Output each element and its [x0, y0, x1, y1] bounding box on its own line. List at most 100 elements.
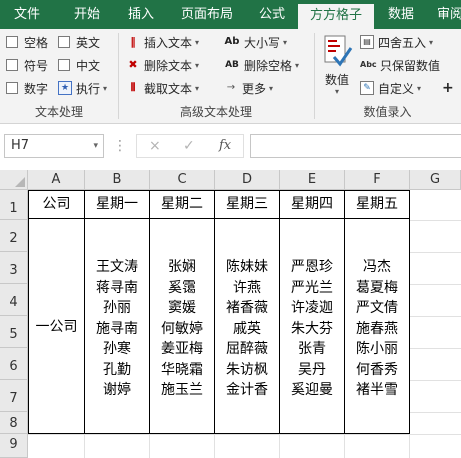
staff-name: 施玉兰	[161, 382, 203, 399]
plus-button[interactable]: +	[442, 79, 454, 97]
staff-name: 孙丽	[103, 300, 131, 317]
case-icon: Ab	[224, 36, 240, 47]
checkbox-box[interactable]	[6, 82, 18, 94]
checkbox-spaces[interactable]: 空格	[6, 33, 48, 51]
column-header-b[interactable]: B	[85, 170, 150, 190]
checkbox-label: 空格	[24, 35, 49, 50]
row-header-3[interactable]: 3	[0, 252, 28, 284]
custom-button[interactable]: ✎ 自定义 ▾	[360, 79, 421, 97]
staff-name: 张娴	[168, 259, 196, 276]
formula-input[interactable]	[250, 134, 461, 158]
tab-review[interactable]: 审阅	[432, 0, 461, 29]
chevron-down-icon: ▾	[195, 37, 200, 47]
gridline	[28, 434, 461, 435]
row-header-4[interactable]: 4	[0, 284, 28, 316]
friday-staff-cell[interactable]: 冯杰 葛夏梅 严文倩 施春燕 陈小丽 何香秀 褚半雪	[344, 218, 410, 434]
table-header-company[interactable]: 公司	[28, 190, 85, 219]
column-header-c[interactable]: C	[150, 170, 215, 190]
company-name: 一公司	[35, 319, 78, 335]
name-box-value: H7	[11, 138, 30, 153]
delete-spaces-label: 删除空格	[244, 58, 293, 73]
tab-formulas[interactable]: 公式	[250, 0, 294, 29]
table-header-monday[interactable]: 星期一	[84, 190, 150, 219]
checkbox-box[interactable]	[58, 36, 70, 48]
delete-text-icon: ✖	[128, 58, 138, 71]
delete-text-label: 删除文本	[144, 58, 193, 73]
staff-name: 何敏婷	[161, 320, 203, 337]
tab-data[interactable]: 数据	[380, 0, 422, 29]
staff-name: 张青	[298, 341, 326, 358]
table-header-tuesday[interactable]: 星期二	[149, 190, 215, 219]
staff-name: 蒋寻南	[96, 279, 138, 296]
numeric-button[interactable]: 数值 ▾	[320, 33, 354, 99]
delete-spaces-button[interactable]: AB 删除空格 ▾	[224, 56, 299, 74]
case-button[interactable]: Ab 大小写 ▾	[224, 33, 287, 51]
select-all-corner[interactable]	[0, 170, 28, 190]
table-header-wednesday[interactable]: 星期三	[214, 190, 280, 219]
row-header-6[interactable]: 6	[0, 348, 28, 380]
checkbox-numbers[interactable]: 数字	[6, 79, 48, 97]
staff-name: 华晓霜	[161, 361, 203, 378]
tab-page-layout[interactable]: 页面布局	[172, 0, 242, 29]
tab-file[interactable]: 文件	[4, 0, 50, 29]
column-header-f[interactable]: F	[345, 170, 410, 190]
row-header-7[interactable]: 7	[0, 380, 28, 412]
insert-text-button[interactable]: ‖ 插入文本 ▾	[126, 33, 199, 51]
execute-button[interactable]: ★ 执行 ▾	[58, 79, 107, 97]
column-header-a[interactable]: A	[28, 170, 85, 190]
checkbox-box[interactable]	[6, 36, 18, 48]
row-header-9[interactable]: 9	[0, 434, 28, 458]
tab-home[interactable]: 开始	[62, 0, 112, 29]
checkbox-label: 中文	[76, 58, 101, 73]
staff-name: 王文涛	[96, 259, 138, 276]
staff-name: 朱大芬	[291, 320, 333, 337]
row-header-2[interactable]: 2	[0, 220, 28, 252]
keep-values-button[interactable]: Abc 只保留数值	[360, 56, 440, 74]
wednesday-staff-cell[interactable]: 陈妹妹 许燕 褚香薇 戚英 屈醉薇 朱访枫 金计香	[214, 218, 280, 434]
round-label: 四舍五入	[378, 35, 427, 50]
name-box[interactable]: H7 ▾	[4, 134, 104, 158]
checkbox-label: 符号	[24, 58, 49, 73]
tab-fangfang-grid[interactable]: 方方格子	[298, 4, 374, 29]
tab-insert[interactable]: 插入	[118, 0, 164, 29]
arrow-right-icon: →	[226, 82, 236, 93]
enter-icon[interactable]: ✓	[183, 135, 195, 157]
table-header-friday[interactable]: 星期五	[344, 190, 410, 219]
insert-function-icon[interactable]: fx	[219, 135, 231, 157]
staff-name: 施寻南	[96, 320, 138, 337]
resize-handle[interactable]: ⋮	[113, 138, 127, 154]
custom-label: 自定义	[378, 81, 415, 96]
table-header-thursday[interactable]: 星期四	[279, 190, 345, 219]
round-button[interactable]: ▤ 四舍五入 ▾	[360, 33, 433, 51]
checkbox-symbols[interactable]: 符号	[6, 56, 48, 74]
thursday-staff-cell[interactable]: 严恩珍 严光兰 许凌迦 朱大芬 张青 吴丹 奚迎曼	[279, 218, 345, 434]
checkbox-english[interactable]: 英文	[58, 33, 100, 51]
more-button[interactable]: → 更多 ▾	[224, 79, 273, 97]
column-header-d[interactable]: D	[215, 170, 280, 190]
checkbox-box[interactable]	[58, 59, 70, 71]
staff-list: 王文涛 蒋寻南 孙丽 施寻南 孙寒 孔勤 谢婷	[85, 219, 149, 433]
row-header-8[interactable]: 8	[0, 412, 28, 434]
monday-staff-cell[interactable]: 王文涛 蒋寻南 孙丽 施寻南 孙寒 孔勤 谢婷	[84, 218, 150, 434]
cut-text-button[interactable]: ⦀ 截取文本 ▾	[126, 79, 199, 97]
cancel-icon[interactable]: ×	[149, 135, 161, 157]
row-header-5[interactable]: 5	[0, 316, 28, 348]
column-header-e[interactable]: E	[280, 170, 345, 190]
staff-name: 戚英	[233, 320, 261, 337]
custom-edit-icon: ✎	[360, 81, 374, 95]
chevron-down-icon: ▾	[295, 60, 300, 70]
delete-text-button[interactable]: ✖ 删除文本 ▾	[126, 56, 199, 74]
chevron-down-icon[interactable]: ▾	[93, 135, 98, 157]
staff-name: 孔勤	[103, 361, 131, 378]
checkbox-chinese[interactable]: 中文	[58, 56, 100, 74]
staff-list: 张娴 奚霭 窦媛 何敏婷 姜亚梅 华晓霜 施玉兰	[150, 219, 214, 433]
tuesday-staff-cell[interactable]: 张娴 奚霭 窦媛 何敏婷 姜亚梅 华晓霜 施玉兰	[149, 218, 215, 434]
staff-name: 吴丹	[298, 361, 326, 378]
staff-name: 严恩珍	[291, 259, 333, 276]
checkbox-box[interactable]	[6, 59, 18, 71]
company-cell[interactable]: 一公司	[28, 218, 85, 434]
column-header-g[interactable]: G	[410, 170, 461, 190]
staff-name: 褚半雪	[356, 382, 398, 399]
row-header-1[interactable]: 1	[0, 190, 28, 220]
ribbon-tab-bar: 文件 开始 插入 页面布局 公式 方方格子 数据 审阅	[0, 0, 461, 29]
